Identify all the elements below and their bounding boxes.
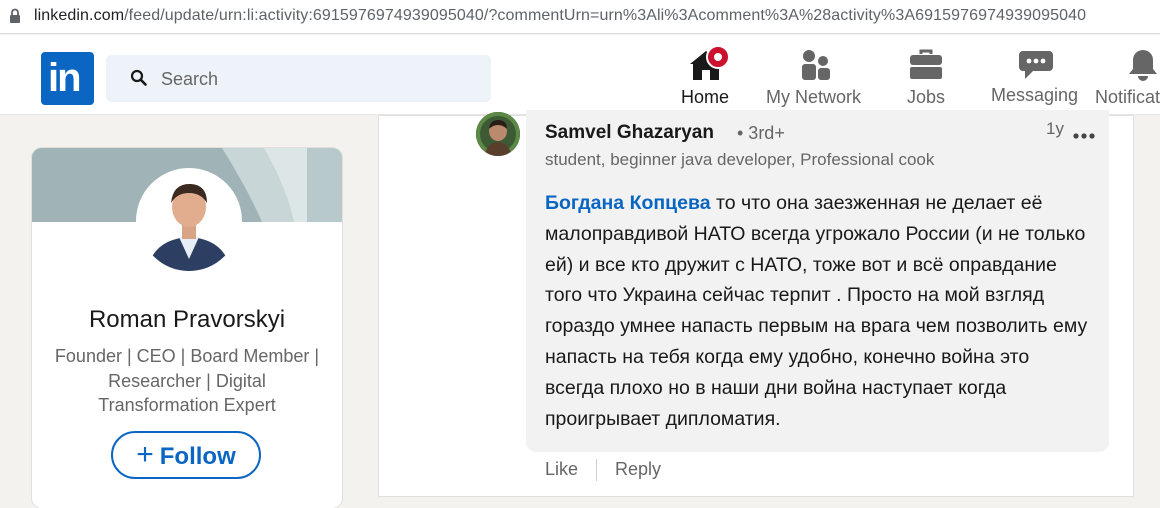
nav-home-label: Home [681, 87, 730, 107]
more-options-icon[interactable] [1073, 126, 1095, 144]
nav-notifications[interactable]: Notifications [1092, 35, 1160, 115]
bell-icon [1128, 49, 1158, 86]
profile-card: Roman Pravorskyi Founder | CEO | Board M… [32, 148, 342, 508]
notification-badge [706, 45, 730, 69]
top-navigation: in Search Home My Network Jobs Messaging… [0, 35, 1160, 115]
search-icon [130, 69, 148, 92]
browser-address-bar[interactable]: linkedin.com/feed/update/urn:li:activity… [0, 0, 1160, 34]
nav-jobs-label: Jobs [907, 87, 946, 107]
network-icon [799, 49, 833, 86]
follow-button[interactable]: + Follow [111, 431, 261, 479]
commenter-avatar[interactable] [476, 112, 520, 156]
nav-my-network[interactable]: My Network [762, 35, 872, 115]
search-placeholder: Search [161, 69, 219, 89]
message-icon [1019, 49, 1053, 86]
like-button[interactable]: Like [545, 459, 578, 480]
profile-avatar[interactable] [136, 168, 242, 274]
mention-link[interactable]: Богдана Копцева [545, 192, 711, 214]
comment-time: 1y [1046, 119, 1064, 138]
search-input[interactable]: Search [106, 55, 491, 102]
nav-notifications-label: Notifications [1095, 87, 1160, 107]
connection-degree: • 3rd+ [737, 123, 785, 143]
nav-jobs[interactable]: Jobs [890, 35, 962, 115]
reply-button[interactable]: Reply [615, 459, 661, 480]
nav-home[interactable]: Home [651, 35, 761, 115]
comment-body: то что она заезженная не делает её малоп… [545, 192, 1088, 430]
profile-headline: Founder | CEO | Board Member | Researche… [54, 346, 320, 415]
lock-icon [9, 8, 21, 29]
action-divider [596, 459, 597, 481]
linkedin-logo[interactable]: in [41, 52, 94, 105]
nav-my-network-label: My Network [766, 87, 862, 107]
plus-icon: + [136, 438, 154, 471]
comment-author-name[interactable]: Samvel Ghazaryan [545, 122, 714, 144]
comment-text: Богдана Копцева то что она заезженная не… [545, 188, 1090, 434]
profile-name[interactable]: Roman Pravorskyi [32, 306, 342, 334]
url-text[interactable]: linkedin.com/feed/update/urn:li:activity… [34, 7, 1086, 25]
nav-messaging[interactable]: Messaging [985, 35, 1087, 115]
nav-messaging-label: Messaging [991, 85, 1079, 105]
briefcase-icon [909, 49, 943, 84]
comment-author-headline: student, beginner java developer, Profes… [545, 150, 935, 169]
